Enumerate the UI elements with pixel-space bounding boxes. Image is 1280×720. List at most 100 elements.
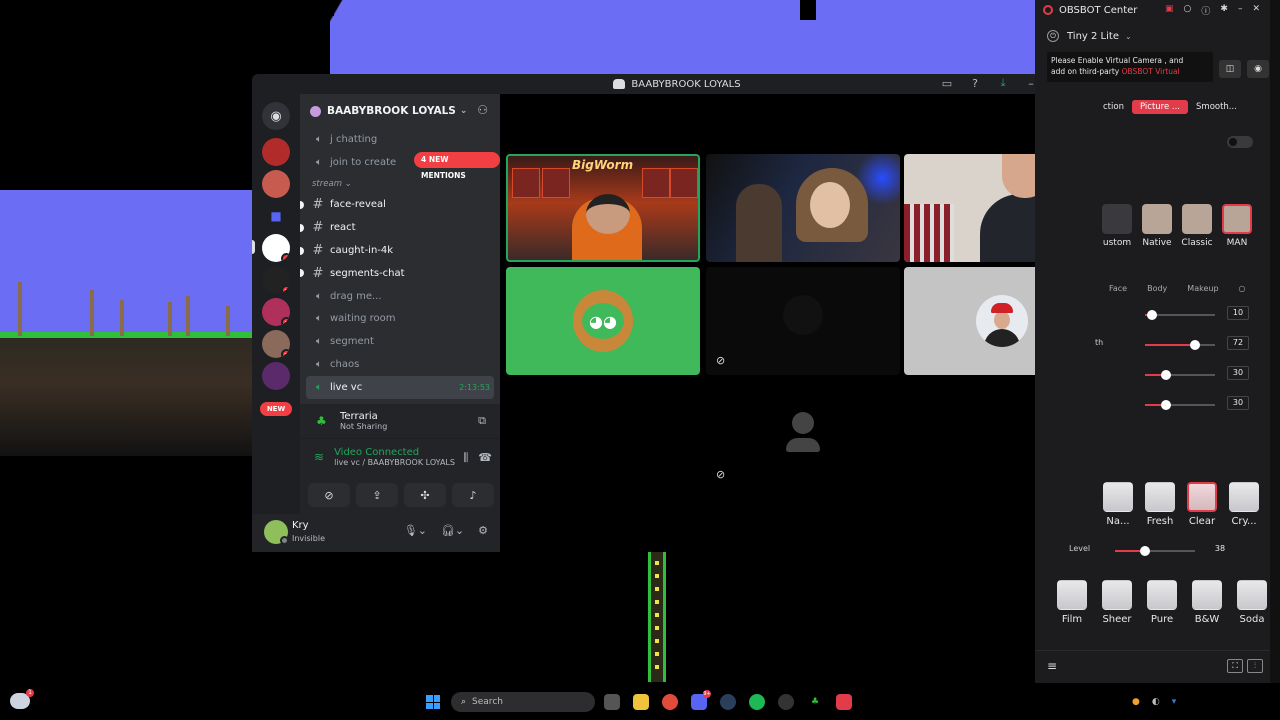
filter-bw[interactable]: B&W — [1190, 580, 1224, 625]
new-mentions-pill[interactable]: 4 NEW MENTIONS — [414, 152, 500, 180]
face-preset-native[interactable]: Native — [1141, 204, 1173, 248]
disconnect-icon[interactable]: ☎ — [478, 451, 492, 465]
filter-soda[interactable]: Soda — [1235, 580, 1269, 625]
share-screen-icon[interactable]: ⧉ — [478, 414, 486, 428]
menu-icon[interactable]: ≡ — [1047, 659, 1057, 673]
soundboard-button[interactable]: ♪ — [452, 483, 494, 507]
fullscreen-icon[interactable]: ⛶ — [1227, 659, 1243, 673]
server-icon[interactable] — [262, 170, 290, 198]
screen-share-button[interactable]: ⇪ — [356, 483, 398, 507]
filter-sheer[interactable]: Sheer — [1100, 580, 1134, 625]
start-button[interactable] — [426, 695, 440, 709]
slider-knob[interactable] — [1190, 340, 1201, 350]
slider-track[interactable] — [1115, 546, 1195, 556]
terraria-icon[interactable]: ♣ — [807, 694, 823, 710]
slider-track[interactable] — [1145, 400, 1215, 410]
slider-knob[interactable] — [1161, 370, 1171, 380]
filter-fresh[interactable]: Fresh — [1143, 482, 1177, 527]
filter-clear[interactable]: Clear — [1185, 482, 1219, 527]
noise-suppression-icon[interactable]: ⫼ — [463, 451, 468, 465]
steam-icon[interactable] — [720, 694, 736, 710]
beauty-slider[interactable]: 30 — [1095, 396, 1255, 412]
help-icon[interactable]: ? — [968, 77, 982, 90]
voice-channel[interactable]: 🔈︎ drag me... — [300, 285, 500, 308]
filter-film[interactable]: Film — [1055, 580, 1089, 625]
gear-icon[interactable]: ✱ — [1220, 4, 1228, 17]
tab-smooth[interactable]: Smooth... — [1188, 100, 1245, 114]
record-icon[interactable]: ○ — [1184, 4, 1192, 17]
filter-crystal[interactable]: Cry... — [1227, 482, 1261, 527]
new-servers-pill[interactable]: NEW — [260, 402, 292, 416]
video-tile-avatar[interactable] — [706, 382, 900, 490]
category-header[interactable]: stream ⌄ — [300, 174, 500, 194]
weather-icon[interactable]: 1 — [10, 689, 34, 709]
camera-off-button[interactable]: ⊘ — [308, 483, 350, 507]
obsbot-icon[interactable] — [836, 694, 852, 710]
subtab-face[interactable]: Face — [1109, 284, 1127, 293]
server-icon[interactable]: 2 — [262, 330, 290, 358]
server-icon[interactable] — [262, 138, 290, 166]
video-tile-stream[interactable]: BigWorm — [506, 154, 700, 262]
tab-picture[interactable]: Picture ... — [1131, 100, 1189, 114]
tray-app-icon[interactable]: ▾ — [1172, 697, 1177, 707]
filter-level-slider[interactable]: Level 38 — [1055, 544, 1265, 558]
obs-icon[interactable] — [778, 694, 794, 710]
slider-track[interactable] — [1145, 370, 1215, 380]
slider-value[interactable]: 72 — [1227, 336, 1249, 350]
scrollbar[interactable] — [1270, 0, 1280, 683]
video-tile-avatar[interactable]: ◕◕ — [506, 267, 700, 375]
home-button[interactable]: ◉ — [262, 102, 290, 130]
gear-icon[interactable]: ⚙ — [478, 524, 488, 537]
beauty-slider[interactable]: 10 — [1095, 306, 1255, 322]
voice-channel[interactable]: 🔈︎ segment — [300, 330, 500, 353]
server-icon[interactable]: 3 — [262, 298, 290, 326]
info-icon[interactable]: ⓘ — [1201, 4, 1210, 17]
voice-channel[interactable]: 🔈︎ j chatting — [300, 128, 500, 151]
face-preset-custom[interactable]: ustom — [1101, 204, 1133, 248]
text-channel[interactable]: # face-reveal — [300, 194, 500, 217]
filter-natural[interactable]: Na... — [1101, 482, 1135, 527]
power-icon[interactable]: ⏻ — [1047, 30, 1059, 42]
slider-value[interactable]: 30 — [1227, 366, 1249, 380]
server-icon[interactable]: 4 — [262, 234, 290, 262]
snapshot-icon[interactable]: ◫ — [1219, 60, 1241, 78]
server-header[interactable]: BAABYBROOK LOYALS ⌄ ⚇ — [300, 94, 500, 128]
close-button[interactable]: ✕ — [1252, 4, 1260, 17]
adjust-icon[interactable]: ⫶ — [1247, 659, 1263, 673]
virtual-camera-icon[interactable]: ◉ — [1247, 60, 1269, 78]
download-icon[interactable]: ⤓ — [996, 76, 1010, 90]
screenshot-icon[interactable]: ▣ — [1165, 4, 1174, 17]
spotify-icon[interactable] — [749, 694, 765, 710]
voice-channel[interactable]: 🔈︎ chaos — [300, 353, 500, 376]
subtab-makeup[interactable]: Makeup — [1187, 284, 1218, 293]
server-icon[interactable]: 7 — [262, 266, 290, 294]
device-selector[interactable]: ⏻ Tiny 2 Lite ⌄ — [1047, 30, 1132, 42]
chrome-icon[interactable] — [662, 694, 678, 710]
slider-value[interactable]: 30 — [1227, 396, 1249, 410]
discord-titlebar[interactable]: BAABYBROOK LOYALS ▭ ? ⤓ – ▢ ✕ — [252, 74, 1102, 94]
file-explorer-icon[interactable] — [633, 694, 649, 710]
face-preset-classic[interactable]: Classic — [1181, 204, 1213, 248]
server-icon[interactable] — [262, 362, 290, 390]
tray-app-icon[interactable]: ● — [1132, 697, 1140, 707]
slider-knob[interactable] — [1161, 400, 1171, 410]
reset-icon[interactable]: ○ — [1239, 284, 1246, 293]
tab-action[interactable]: ction — [1095, 100, 1132, 114]
slider-knob[interactable] — [1147, 310, 1157, 320]
task-view-icon[interactable] — [604, 694, 620, 710]
slider-track[interactable] — [1145, 310, 1215, 320]
beauty-slider[interactable]: 30 — [1095, 366, 1255, 382]
subtab-body[interactable]: Body — [1147, 284, 1167, 293]
beauty-toggle[interactable] — [1227, 136, 1253, 148]
video-tile-avatar[interactable] — [706, 267, 900, 375]
inbox-icon[interactable]: ▭ — [940, 77, 954, 90]
invite-people-icon[interactable]: ⚇ — [477, 103, 488, 117]
voice-channel[interactable]: 🔈︎ waiting room — [300, 308, 500, 331]
voice-status[interactable]: ≋ Video Connected live vc / BAABYBROOK L… — [314, 447, 455, 467]
activities-button[interactable]: ✣ — [404, 483, 446, 507]
text-channel[interactable]: # react — [300, 216, 500, 239]
beauty-slider[interactable]: th 72 — [1095, 336, 1255, 352]
video-tile[interactable] — [706, 154, 900, 262]
taskbar-search[interactable]: ⌕ Search — [451, 692, 595, 712]
text-channel[interactable]: # caught-in-4k — [300, 239, 500, 262]
